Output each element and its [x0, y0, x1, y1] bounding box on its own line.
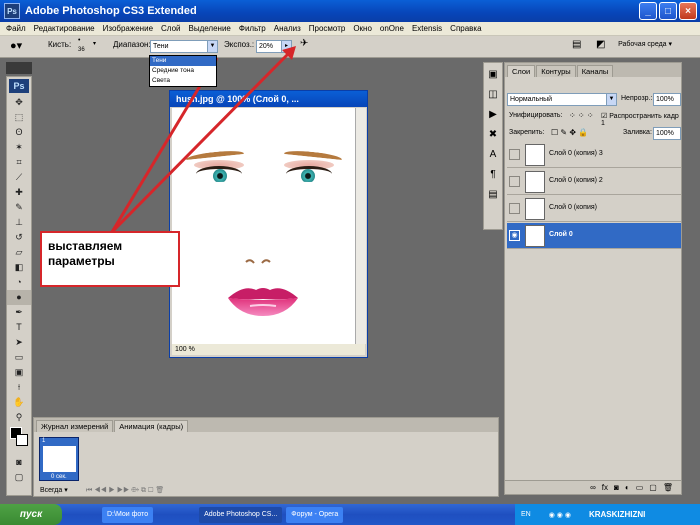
- range-option-highlights[interactable]: Света: [150, 76, 216, 86]
- range-option-shadows[interactable]: Тени: [150, 56, 216, 66]
- callout-line-1: выставляем: [48, 239, 123, 253]
- range-dropdown-list: Тени Средние тона Света: [149, 55, 217, 87]
- range-option-midtones[interactable]: Средние тона: [150, 66, 216, 76]
- callout-line-2: параметры: [48, 254, 115, 268]
- instruction-callout: выставляем параметры: [40, 231, 180, 287]
